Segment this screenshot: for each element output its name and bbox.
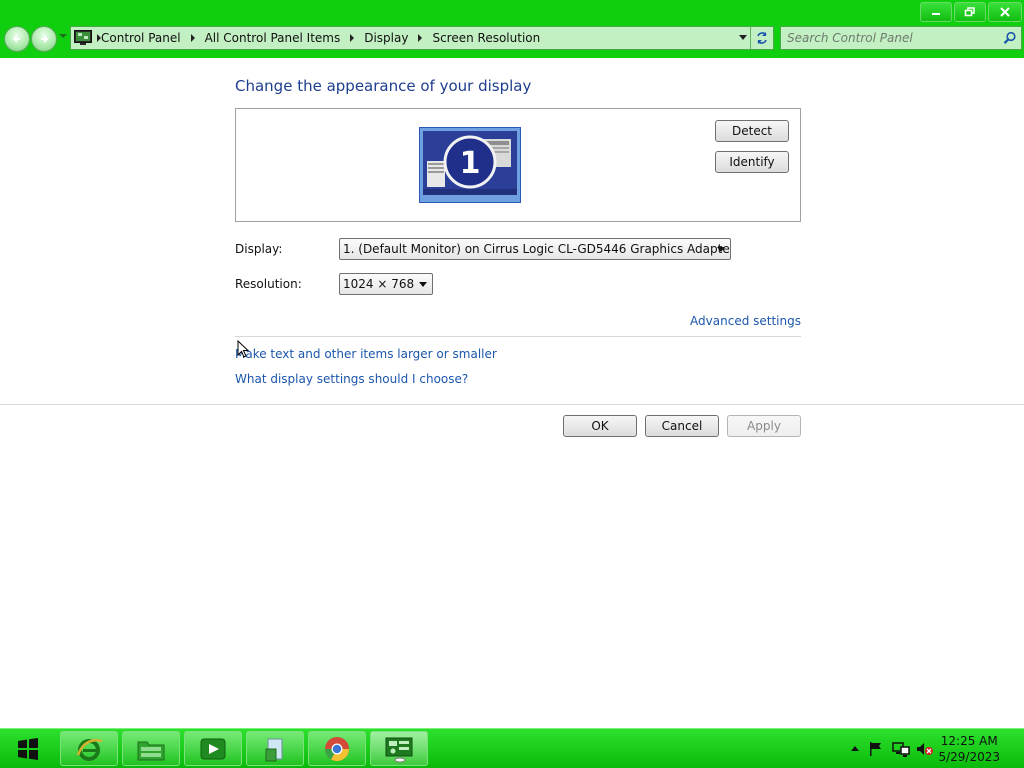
close-button[interactable] — [988, 2, 1022, 22]
minimize-icon — [932, 13, 940, 15]
footer-divider — [0, 404, 1024, 405]
network-icon[interactable] — [892, 741, 910, 757]
display-help-link[interactable]: What display settings should I choose? — [235, 372, 468, 386]
advanced-settings-link[interactable]: Advanced settings — [690, 314, 801, 328]
file-icon — [265, 738, 283, 761]
window-buttons — [920, 2, 1022, 22]
show-hidden-icons-icon[interactable] — [850, 744, 860, 752]
chrome-icon — [325, 736, 349, 761]
clock-date: 5/29/2023 — [938, 750, 1000, 764]
monitor-1-icon[interactable]: 1 — [419, 127, 521, 203]
identify-button[interactable]: Identify — [715, 151, 789, 173]
breadcrumb-display[interactable]: Display — [364, 31, 408, 45]
chevron-down-icon — [419, 282, 427, 287]
back-button[interactable] — [4, 26, 30, 52]
control-panel-icon — [385, 737, 413, 762]
breadcrumb-control-panel[interactable]: Control Panel — [101, 31, 181, 45]
refresh-button[interactable] — [750, 27, 773, 49]
cancel-button[interactable]: Cancel — [645, 415, 719, 437]
display-select[interactable]: 1. (Default Monitor) on Cirrus Logic CL-… — [339, 238, 731, 260]
page-title: Change the appearance of your display — [235, 77, 532, 95]
taskbar-media-player[interactable] — [184, 731, 242, 766]
close-icon — [1000, 7, 1010, 17]
restore-icon — [964, 7, 975, 17]
resolution-label: Resolution: — [235, 277, 302, 291]
mouse-cursor-icon — [237, 340, 250, 358]
search-box[interactable] — [780, 26, 1022, 50]
volume-muted-icon[interactable] — [916, 741, 934, 757]
resolution-select-value: 1024 × 768 — [343, 277, 415, 291]
start-button[interactable] — [0, 729, 56, 768]
monitor-number: 1 — [460, 146, 481, 181]
breadcrumb-all-items[interactable]: All Control Panel Items — [205, 31, 341, 45]
search-input[interactable] — [787, 29, 997, 47]
taskbar-internet-explorer[interactable] — [60, 731, 118, 766]
windows-explorer-icon — [137, 741, 165, 760]
breadcrumb-screen-resolution[interactable]: Screen Resolution — [432, 31, 540, 45]
refresh-icon — [757, 32, 767, 44]
text-size-link[interactable]: Make text and other items larger or smal… — [235, 347, 497, 361]
recent-pages-dropdown[interactable] — [59, 34, 67, 38]
resolution-select[interactable]: 1024 × 768 — [339, 273, 433, 295]
windows-logo-icon — [18, 737, 38, 760]
breadcrumb-separator[interactable] — [350, 34, 355, 42]
taskbar: 12:25 AM 5/29/2023 — [0, 728, 1024, 768]
display-select-value: 1. (Default Monitor) on Cirrus Logic CL-… — [343, 242, 731, 256]
ok-button[interactable]: OK — [563, 415, 637, 437]
forward-arrow-icon — [41, 35, 49, 43]
internet-explorer-icon — [76, 738, 103, 761]
back-arrow-icon — [12, 35, 20, 43]
breadcrumb-separator[interactable] — [190, 34, 195, 42]
taskbar-windows-explorer[interactable] — [122, 731, 180, 766]
media-player-icon — [200, 738, 226, 759]
control-panel-icon — [74, 30, 92, 45]
chevron-down-icon — [717, 247, 725, 252]
action-center-flag-icon[interactable] — [868, 741, 884, 757]
address-history-dropdown[interactable] — [739, 35, 747, 40]
window-chrome: Control Panel All Control Panel Items Di… — [0, 0, 1024, 58]
minimize-button[interactable] — [920, 2, 952, 22]
breadcrumb-separator[interactable] — [418, 34, 423, 42]
restore-button[interactable] — [954, 2, 986, 22]
forward-button[interactable] — [31, 26, 57, 52]
taskbar-chrome[interactable] — [308, 731, 366, 766]
clock-time: 12:25 AM — [940, 734, 998, 748]
system-tray: 12:25 AM 5/29/2023 — [824, 729, 1024, 768]
address-bar[interactable]: Control Panel All Control Panel Items Di… — [70, 26, 774, 50]
search-icon[interactable] — [1003, 31, 1017, 45]
detect-button[interactable]: Detect — [715, 120, 789, 142]
clock[interactable]: 12:25 AM 5/29/2023 — [938, 733, 1000, 765]
taskbar-file[interactable] — [246, 731, 304, 766]
monitor-preview-area: 1 Detect Identify — [235, 108, 801, 222]
display-label: Display: — [235, 242, 283, 256]
breadcrumb: Control Panel All Control Panel Items Di… — [101, 27, 540, 49]
divider — [235, 336, 801, 337]
taskbar-control-panel[interactable] — [370, 731, 428, 766]
apply-button[interactable]: Apply — [727, 415, 801, 437]
